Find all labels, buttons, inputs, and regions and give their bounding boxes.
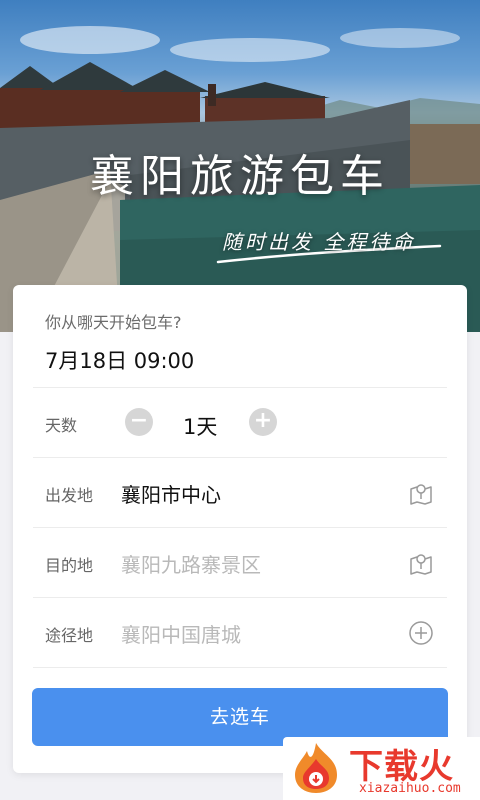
- days-row: 天数 − 1天 +: [33, 387, 447, 458]
- start-time-field[interactable]: 你从哪天开始包车? 7月18日 09:00: [33, 285, 447, 388]
- days-value: 1天: [183, 415, 218, 439]
- days-increase-button[interactable]: +: [249, 408, 277, 436]
- waypoint-label: 途径地: [45, 626, 94, 645]
- start-time-question: 你从哪天开始包车?: [45, 313, 182, 332]
- days-label: 天数: [45, 416, 78, 435]
- destination-row[interactable]: 目的地 襄阳九路寨景区: [33, 527, 447, 598]
- waypoint-row[interactable]: 途径地 襄阳中国唐城: [33, 597, 447, 668]
- hero-title: 襄阳旅游包车: [90, 151, 390, 202]
- add-circle-icon[interactable]: [407, 619, 435, 647]
- departure-row[interactable]: 出发地 襄阳市中心: [33, 457, 447, 528]
- watermark-domain: xiazaihuo.com: [359, 781, 461, 796]
- hero-banner: 襄阳旅游包车 随时出发 全程待命: [0, 0, 480, 332]
- hero-slogan: 随时出发 全程待命: [222, 230, 416, 254]
- departure-label: 出发地: [45, 486, 94, 505]
- destination-input[interactable]: 襄阳九路寨景区: [121, 549, 261, 578]
- days-decrease-button[interactable]: −: [125, 408, 153, 436]
- map-pin-icon[interactable]: [407, 479, 435, 507]
- watermark-badge: 下载火 xiazaihuo.com: [283, 737, 480, 800]
- waypoint-input[interactable]: 襄阳中国唐城: [121, 619, 241, 648]
- flame-logo-icon: [295, 743, 337, 793]
- booking-form-card: 你从哪天开始包车? 7月18日 09:00 天数 − 1天 + 出发地 襄阳市中…: [13, 285, 467, 773]
- start-time-value[interactable]: 7月18日 09:00: [45, 345, 194, 375]
- destination-label: 目的地: [45, 556, 94, 575]
- departure-value[interactable]: 襄阳市中心: [121, 479, 221, 508]
- map-pin-icon[interactable]: [407, 549, 435, 577]
